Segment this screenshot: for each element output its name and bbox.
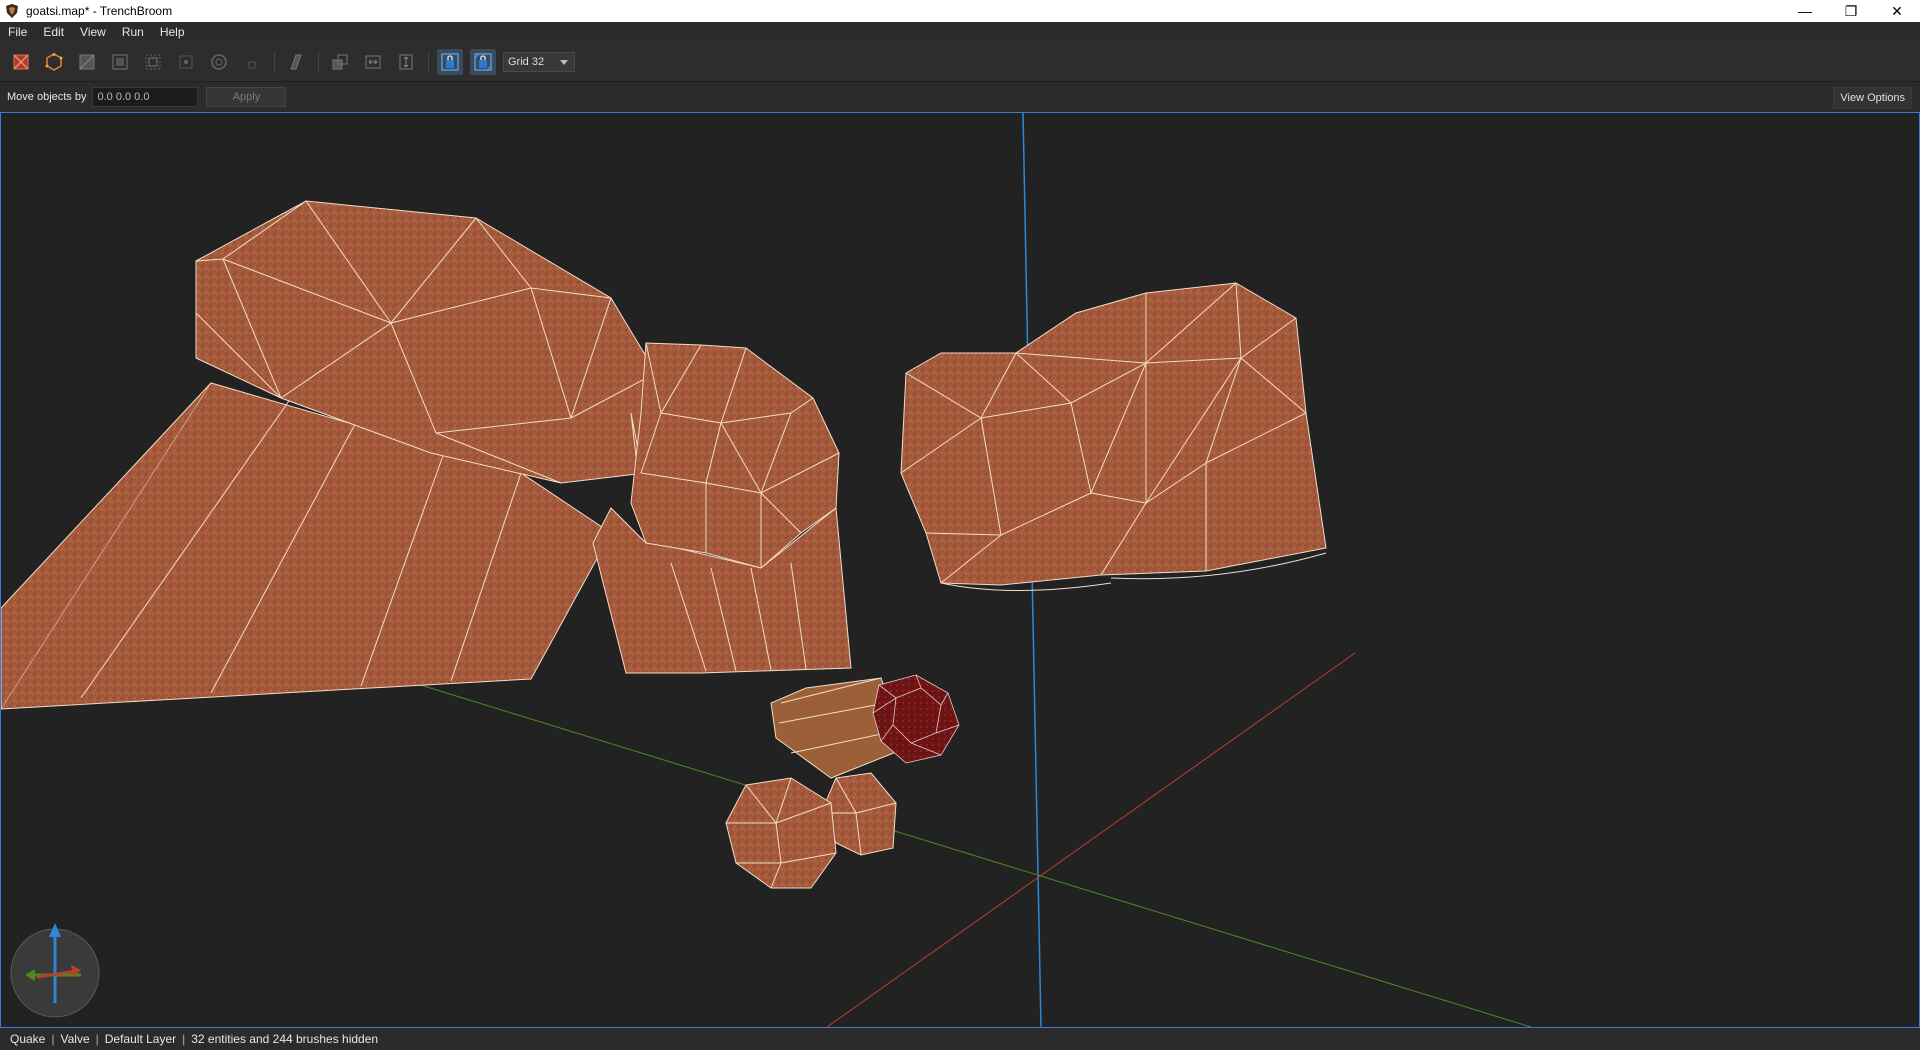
minimize-button[interactable]: — [1782,0,1828,22]
toolbar-separator [428,50,429,73]
texture-lock-button[interactable] [437,48,463,75]
toolbar-separator [318,50,319,73]
csg-subtract-icon [332,54,348,69]
apply-button[interactable]: Apply [206,87,287,107]
grid-size-value: Grid 32 [508,55,545,68]
toolbar-separator [274,50,275,73]
vertex-tool-icon [45,52,63,71]
brush-tool-icon [13,53,29,70]
chevron-down-icon [560,59,568,65]
status-game: Quake [10,1032,46,1046]
menu-help[interactable]: Help [152,25,193,39]
clip-tool-button[interactable] [140,49,166,75]
viewport-scene [1,113,1532,1027]
menu-view[interactable]: View [72,25,114,39]
move-objects-input[interactable] [92,87,199,107]
status-map-format: Valve [60,1032,90,1046]
csg-convex-icon [290,54,302,69]
csg-hollow-button[interactable] [360,49,386,75]
menu-file[interactable]: File [0,25,35,39]
restore-button[interactable]: ❐ [1828,0,1874,22]
csg-subtract-button[interactable] [327,49,353,75]
uv-lock-button[interactable] [470,48,496,75]
clip-tool-icon [145,54,161,69]
title-bar: goatsi.map* - TrenchBroom — ❐ ✕ [0,0,1920,22]
uv-lock-icon [474,52,492,71]
csg-convex-button[interactable] [283,49,309,75]
grid-size-select[interactable]: Grid 32 [503,51,575,72]
scale-tool-icon [211,53,227,70]
edge-tool-button[interactable] [74,49,100,75]
brush-rock-small-left[interactable] [725,777,837,889]
status-layer: Default Layer [104,1032,177,1046]
brush-rock-right[interactable] [900,282,1327,591]
shear-tool-button[interactable] [239,49,265,75]
csg-merge-icon [399,54,413,69]
texture-lock-icon [441,52,459,71]
move-objects-bar: Move objects by Apply View Options [0,82,1920,112]
face-tool-icon [112,54,128,69]
3d-viewport[interactable] [0,112,1920,1028]
rotate-tool-icon [179,55,193,68]
brush-tool-button[interactable] [8,49,34,75]
view-options-button[interactable]: View Options [1833,87,1912,109]
main-toolbar: Grid 32 [0,42,1920,82]
move-objects-label: Move objects by [7,91,87,103]
scale-tool-button[interactable] [206,49,232,75]
csg-merge-button[interactable] [393,49,419,75]
compass-widget[interactable] [10,923,100,1018]
menu-run[interactable]: Run [114,25,152,39]
csg-hollow-icon [365,55,381,68]
shear-tool-icon [248,61,256,68]
status-hidden-info: 32 entities and 244 brushes hidden [191,1032,379,1046]
close-button[interactable]: ✕ [1874,0,1920,22]
rotate-tool-button[interactable] [173,49,199,75]
vertex-tool-button[interactable] [41,49,67,75]
face-tool-button[interactable] [107,49,133,75]
trenchbroom-app-icon [6,4,18,18]
window-title: goatsi.map* - TrenchBroom [26,4,173,18]
axis-y-line [400,678,1532,1027]
status-bar: Quake | Valve | Default Layer | 32 entit… [0,1028,1920,1050]
menu-edit[interactable]: Edit [35,25,72,39]
menu-bar: File Edit View Run Help [0,22,1920,42]
edge-tool-icon [79,54,95,69]
